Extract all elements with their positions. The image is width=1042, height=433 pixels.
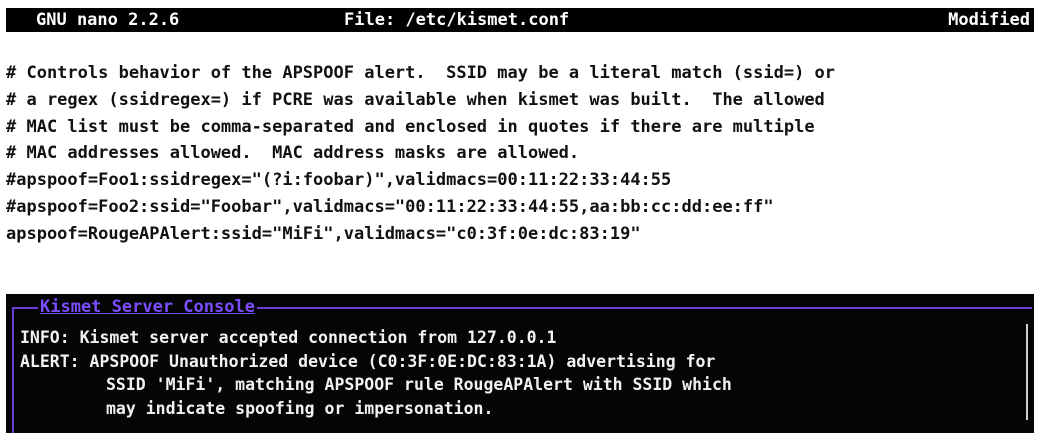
terminal-window[interactable]: GNU nano 2.2.6 File: /etc/kismet.conf Mo… [0, 0, 1042, 433]
console-title: Kismet Server Console [38, 297, 257, 317]
editor-line[interactable]: # MAC addresses allowed. MAC address mas… [6, 140, 1034, 167]
editor-line[interactable] [6, 248, 1034, 275]
console-message: SSID 'MiFi', matching APSPOOF rule Rouge… [106, 375, 732, 394]
editor-line[interactable]: # a regex (ssidregex=) if PCRE was avail… [6, 87, 1034, 114]
kismet-server-console[interactable]: Kismet Server Console INFO: Kismet serve… [6, 294, 1034, 433]
console-message: ALERT: APSPOOF Unauthorized device (C0:3… [20, 351, 716, 371]
console-message: may indicate spoofing or impersonation. [106, 398, 494, 418]
editor-line[interactable]: #apspoof=Foo1:ssidregex="(?i:foobar)",va… [6, 167, 1034, 194]
file-name: File: /etc/kismet.conf [344, 10, 570, 30]
editor-line[interactable]: #apspoof=Foo2:ssid="Foobar",validmacs="0… [6, 194, 1034, 221]
modified-status: Modified [948, 10, 1030, 30]
console-messages: INFO: Kismet server accepted connection … [20, 326, 732, 420]
editor-line[interactable]: # Controls behavior of the APSPOOF alert… [6, 60, 1034, 87]
editor-line[interactable]: apspoof=RougeAPAlert:ssid="MiFi",validma… [6, 221, 1034, 248]
editor-text-area[interactable]: # Controls behavior of the APSPOOF alert… [6, 60, 1034, 290]
editor-line[interactable]: # MAC list must be comma-separated and e… [6, 114, 1034, 141]
app-name: GNU nano 2.2.6 [36, 10, 180, 30]
nano-title-bar: GNU nano 2.2.6 File: /etc/kismet.conf Mo… [6, 8, 1034, 32]
console-scrollbar[interactable] [1026, 324, 1028, 420]
console-message: INFO: Kismet server accepted connection … [20, 328, 557, 347]
